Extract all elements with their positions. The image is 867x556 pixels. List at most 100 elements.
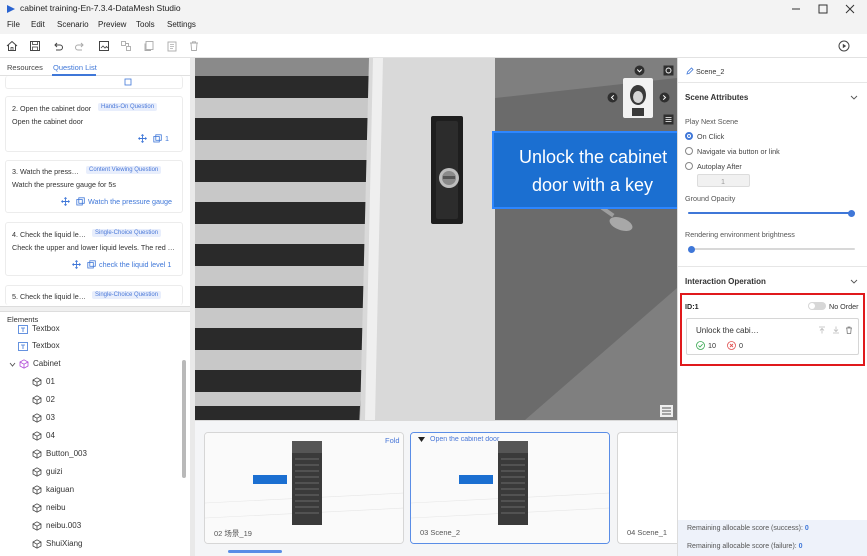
fullscreen-icon[interactable] bbox=[663, 65, 674, 76]
tree-item[interactable]: 01 bbox=[32, 376, 172, 388]
scene-label-box[interactable]: Unlock the cabinet door with a key bbox=[492, 131, 677, 209]
question-card-5[interactable]: 5. Check the liquid le… Single-Choice Qu… bbox=[5, 285, 183, 305]
move-icon[interactable] bbox=[61, 197, 70, 206]
operation-link-icon[interactable] bbox=[76, 197, 85, 206]
scene-thumbnail-3[interactable]: 04 Scene_1 bbox=[617, 432, 677, 544]
scene-template-icon[interactable] bbox=[120, 40, 132, 52]
move-down-icon[interactable] bbox=[832, 326, 840, 334]
window-title: cabinet training-En-7.3.4-DataMesh Studi… bbox=[20, 3, 181, 13]
operation-link[interactable]: Watch the pressure gauge bbox=[88, 197, 172, 206]
edit-icon[interactable] bbox=[686, 67, 694, 75]
move-icon[interactable] bbox=[72, 260, 81, 269]
autoplay-seconds-input[interactable]: 1 bbox=[697, 174, 750, 187]
minimize-icon[interactable] bbox=[786, 2, 806, 16]
rotate-left-icon[interactable] bbox=[607, 92, 618, 103]
save-icon[interactable] bbox=[29, 40, 41, 52]
close-icon[interactable] bbox=[840, 2, 860, 16]
question-card-2[interactable]: 2. Open the cabinet door Hands-On Questi… bbox=[5, 96, 183, 152]
model-icon bbox=[32, 467, 42, 477]
chevron-down-icon[interactable] bbox=[850, 278, 858, 285]
delete-icon[interactable] bbox=[188, 40, 200, 52]
scene-viewport[interactable]: Unlock the cabinet door with a key bbox=[195, 58, 677, 420]
tree-item[interactable]: ShuiXiang bbox=[32, 538, 172, 550]
ground-opacity-track[interactable] bbox=[688, 209, 855, 217]
tree-item[interactable]: Textbox bbox=[18, 340, 168, 352]
question-title: 3. Watch the press… bbox=[12, 167, 79, 176]
tree-item[interactable]: neibu.003 bbox=[32, 520, 172, 532]
menu-scenario[interactable]: Scenario bbox=[57, 20, 89, 29]
tree-item[interactable]: kaiguan bbox=[32, 484, 172, 496]
model-group-icon bbox=[19, 359, 29, 369]
success-score: 10 bbox=[708, 341, 716, 350]
chevron-down-icon[interactable] bbox=[850, 94, 858, 101]
tree-item[interactable]: neibu bbox=[32, 502, 172, 514]
tab-resources[interactable]: Resources bbox=[7, 63, 43, 72]
question-type-badge: Hands-On Question bbox=[98, 103, 158, 111]
menu-tools[interactable]: Tools bbox=[136, 20, 155, 29]
question-type-badge: Single-Choice Question bbox=[92, 291, 162, 299]
menu-settings[interactable]: Settings bbox=[167, 20, 196, 29]
operation-link[interactable]: check the liquid level 1 bbox=[99, 260, 171, 269]
add-scene-icon[interactable] bbox=[98, 40, 110, 52]
question-title: 2. Open the cabinet door bbox=[12, 104, 92, 113]
avatar-view-cube[interactable] bbox=[623, 78, 653, 118]
move-up-icon[interactable] bbox=[818, 326, 826, 334]
option-autoplay[interactable]: Autoplay After bbox=[697, 162, 742, 171]
question-description: Check the upper and lower liquid levels.… bbox=[12, 243, 175, 252]
tree-item[interactable]: Textbox bbox=[18, 324, 168, 335]
question-card-3[interactable]: 3. Watch the press… Content Viewing Ques… bbox=[5, 160, 183, 213]
textbox-icon bbox=[18, 342, 28, 351]
play-icon[interactable] bbox=[838, 40, 850, 52]
tree-item[interactable]: 02 bbox=[32, 394, 172, 406]
grid-view-icon[interactable] bbox=[663, 114, 674, 125]
question-card-partial[interactable] bbox=[5, 76, 183, 89]
title-bar: cabinet training-En-7.3.4-DataMesh Studi… bbox=[0, 0, 867, 18]
operation-link[interactable]: 1 bbox=[165, 134, 169, 143]
scene-name[interactable]: Scene_2 bbox=[696, 67, 724, 76]
fold-button[interactable]: Fold bbox=[385, 436, 400, 445]
maximize-icon[interactable] bbox=[813, 2, 833, 16]
move-icon[interactable] bbox=[138, 134, 147, 143]
interaction-item[interactable]: Unlock the cabi… 10 0 bbox=[686, 318, 859, 355]
operation-link-icon[interactable] bbox=[153, 134, 162, 143]
ground-opacity-knob[interactable] bbox=[848, 209, 855, 217]
copy-icon[interactable] bbox=[143, 40, 155, 52]
render-brightness-knob[interactable] bbox=[688, 245, 695, 253]
scene-thumbnail-2[interactable]: Open the cabinet door 03 Scene_2 bbox=[410, 432, 610, 544]
chevron-down-icon[interactable] bbox=[634, 65, 645, 76]
tree-item[interactable]: 04 bbox=[32, 430, 172, 442]
undo-icon[interactable] bbox=[52, 40, 64, 52]
order-toggle[interactable] bbox=[808, 302, 826, 310]
redo-icon[interactable] bbox=[74, 40, 86, 52]
elements-tree: Textbox Textbox Cabinet 01 02 03 04 Butt… bbox=[0, 324, 180, 556]
home-icon[interactable] bbox=[6, 40, 18, 52]
question-card-4[interactable]: 4. Check the liquid le… Single-Choice Qu… bbox=[5, 222, 183, 276]
tree-item[interactable]: guizi bbox=[32, 466, 172, 478]
paste-icon[interactable] bbox=[166, 40, 178, 52]
option-navigate[interactable]: Navigate via button or link bbox=[697, 147, 780, 156]
menu-file[interactable]: File bbox=[7, 20, 20, 29]
panel-splitter[interactable] bbox=[0, 306, 192, 312]
operation-link-icon[interactable] bbox=[87, 260, 96, 269]
thumbnail-label: 04 Scene_1 bbox=[627, 528, 668, 537]
option-on-click[interactable]: On Click bbox=[697, 132, 724, 141]
tree-item-label: neibu.003 bbox=[46, 521, 82, 530]
elements-scrollbar[interactable] bbox=[182, 360, 186, 478]
question-title: 5. Check the liquid le… bbox=[12, 292, 86, 301]
render-brightness-track[interactable] bbox=[688, 245, 855, 253]
list-view-icon[interactable] bbox=[660, 405, 673, 417]
tab-question-list[interactable]: Question List bbox=[53, 63, 97, 72]
tree-item[interactable]: 03 bbox=[32, 412, 172, 424]
radio-autoplay[interactable] bbox=[685, 162, 693, 170]
radio-on-click[interactable] bbox=[685, 132, 693, 140]
menu-edit[interactable]: Edit bbox=[31, 20, 45, 29]
menu-preview[interactable]: Preview bbox=[98, 20, 126, 29]
tree-item-cabinet[interactable]: Cabinet bbox=[9, 358, 169, 370]
filmstrip-scrollbar[interactable] bbox=[228, 550, 282, 553]
scene-thumbnail-1[interactable]: 02 场景_19 Fold bbox=[204, 432, 404, 544]
trash-icon[interactable] bbox=[845, 326, 853, 334]
rotate-right-icon[interactable] bbox=[659, 92, 670, 103]
tree-item[interactable]: Button_003 bbox=[32, 448, 172, 460]
chevron-down-icon[interactable] bbox=[9, 361, 16, 368]
radio-navigate[interactable] bbox=[685, 147, 693, 155]
